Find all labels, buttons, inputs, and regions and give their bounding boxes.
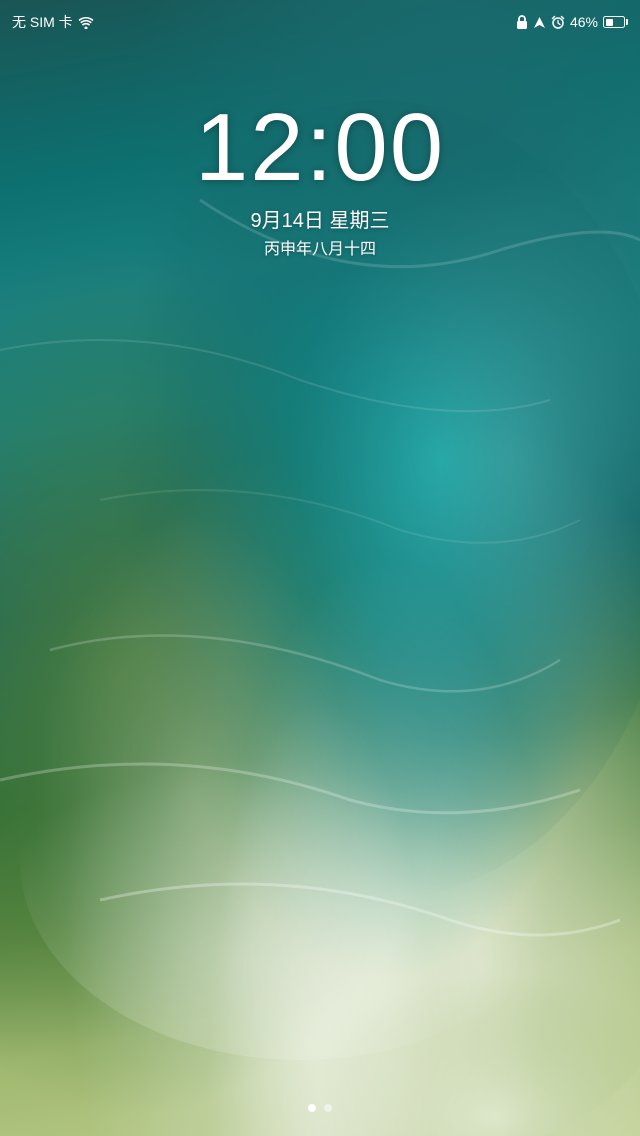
clock-area: 12:00 9月14日 星期三 丙申年八月十四	[0, 100, 640, 259]
alarm-icon	[551, 15, 565, 29]
status-bar-left: 无 SIM 卡	[12, 12, 94, 32]
page-dot-2	[324, 1104, 332, 1112]
lock-icon	[516, 15, 528, 29]
date-display: 9月14日 星期三	[251, 204, 390, 233]
navigation-icon	[533, 16, 546, 29]
status-bar: 无 SIM 卡	[0, 0, 640, 44]
battery-percent: 46%	[570, 14, 598, 30]
lock-screen: 无 SIM 卡	[0, 0, 640, 1136]
lunar-date-display: 丙申年八月十四	[264, 235, 376, 259]
page-dots	[0, 1104, 640, 1112]
sim-label: 无 SIM 卡	[12, 12, 73, 32]
wifi-icon	[78, 16, 94, 29]
status-bar-right: 46%	[516, 14, 628, 30]
battery-icon	[603, 16, 628, 28]
time-display: 12:00	[195, 100, 445, 196]
page-dot-1	[308, 1104, 316, 1112]
